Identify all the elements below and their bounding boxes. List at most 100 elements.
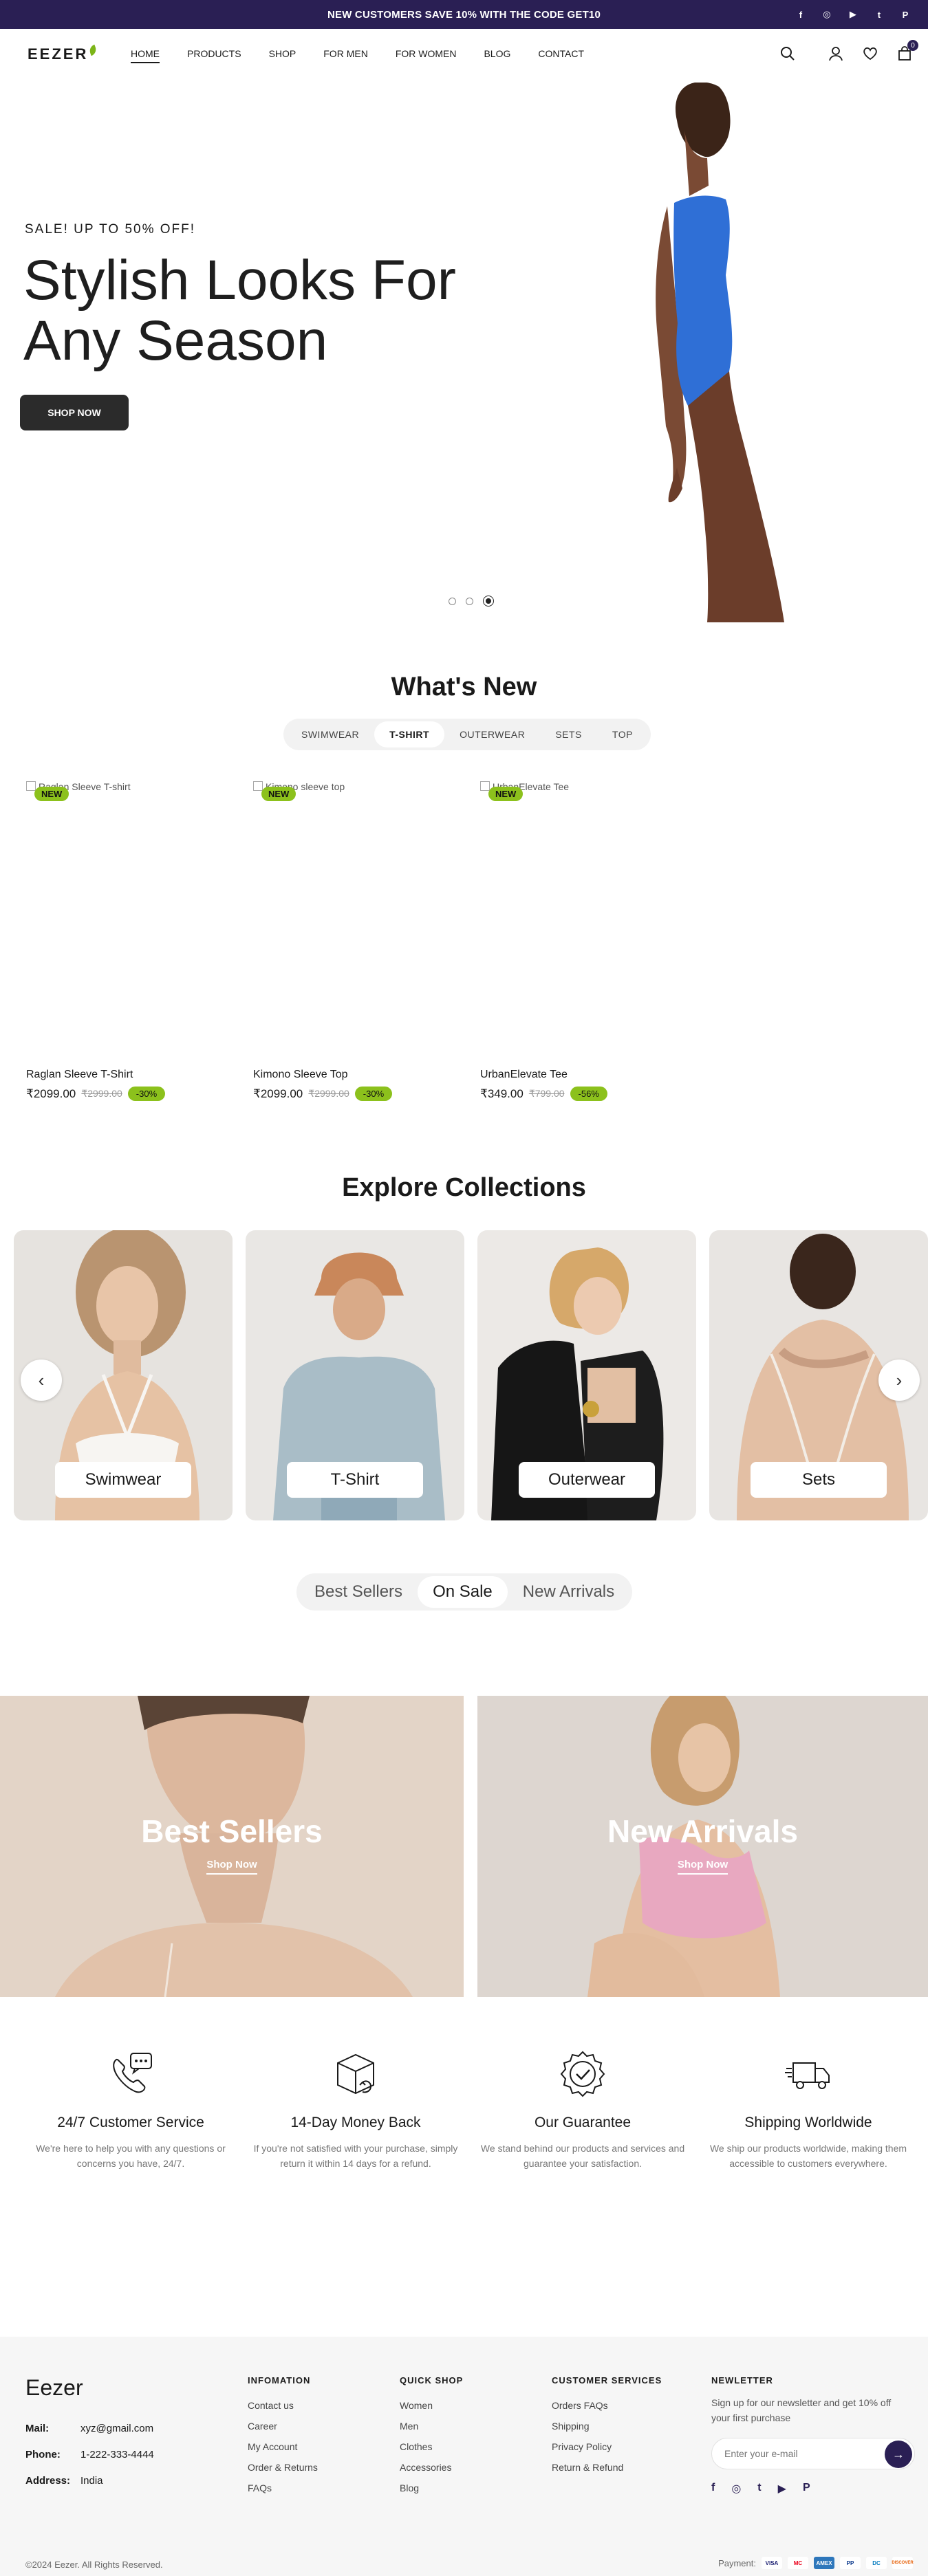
- collections-title: Explore Collections: [342, 1173, 586, 1202]
- hero-shop-now-button[interactable]: SHOP NOW: [20, 395, 129, 430]
- nav-shop[interactable]: SHOP: [269, 48, 296, 63]
- search-icon[interactable]: [778, 44, 797, 63]
- facebook-icon[interactable]: f: [793, 7, 808, 22]
- feature-money-back: 14-Day Money Back If you're not satisfie…: [242, 2049, 469, 2171]
- feature-title: Shipping Worldwide: [744, 2115, 872, 2130]
- twitter-icon[interactable]: t: [872, 7, 887, 22]
- feature-description: If you're not satisfied with your purcha…: [253, 2143, 458, 2169]
- wishlist-icon[interactable]: [861, 44, 880, 63]
- nav-for-women[interactable]: FOR WOMEN: [396, 48, 457, 63]
- announcement-text: NEW CUSTOMERS SAVE 10% WITH THE CODE GET…: [327, 8, 601, 21]
- tab-top[interactable]: TOP: [597, 721, 648, 747]
- product-image[interactable]: Kimono sleeve top NEW: [253, 780, 460, 1062]
- hero-sale-text: SALE! UP TO 50% OFF!: [25, 222, 196, 237]
- discount-badge: -30%: [127, 1087, 166, 1101]
- newsletter-submit-button[interactable]: →: [885, 2441, 912, 2468]
- footer-link-order-returns[interactable]: Order & Returns: [248, 2457, 318, 2478]
- product-card[interactable]: Kimono sleeve top NEW Kimono Sleeve Top …: [253, 780, 460, 1101]
- footer-link-men[interactable]: Men: [400, 2416, 463, 2436]
- instagram-icon[interactable]: ◎: [819, 7, 834, 22]
- tab-new-arrivals[interactable]: New Arrivals: [508, 1576, 629, 1608]
- footer-brand[interactable]: Eezer: [25, 2375, 83, 2401]
- tab-outerwear[interactable]: OUTERWEAR: [444, 721, 540, 747]
- collection-label: T-Shirt: [287, 1462, 423, 1498]
- product-name[interactable]: Raglan Sleeve T-Shirt: [26, 1069, 233, 1081]
- footer-column-title: CUSTOMER SERVICES: [552, 2375, 662, 2386]
- banner-shop-now-link[interactable]: Shop Now: [477, 1859, 928, 1875]
- footer-link-shipping[interactable]: Shipping: [552, 2416, 662, 2436]
- footer-link-faqs[interactable]: FAQs: [248, 2478, 318, 2498]
- hero-title: Stylish Looks For Any Season: [23, 250, 505, 371]
- tab-t-shirt[interactable]: T-SHIRT: [374, 721, 445, 747]
- footer-link-women[interactable]: Women: [400, 2395, 463, 2416]
- nav-products[interactable]: PRODUCTS: [187, 48, 241, 63]
- facebook-icon[interactable]: f: [711, 2482, 715, 2496]
- footer-column-title: QUICK SHOP: [400, 2375, 464, 2386]
- phone-value[interactable]: 1-222-333-4444: [80, 2449, 154, 2460]
- product-old-price: ₹2999.00: [81, 1088, 122, 1099]
- discount-badge: -56%: [570, 1087, 607, 1101]
- twitter-icon[interactable]: t: [757, 2482, 761, 2496]
- product-name[interactable]: Kimono Sleeve Top: [253, 1069, 460, 1081]
- product-image[interactable]: UrbanElevate Tee NEW: [480, 780, 687, 1062]
- feature-title: 24/7 Customer Service: [57, 2115, 204, 2130]
- collection-card-outerwear[interactable]: Outerwear: [477, 1230, 696, 1520]
- slider-dot-2[interactable]: [466, 597, 473, 605]
- pinterest-icon[interactable]: P: [803, 2482, 810, 2496]
- product-name[interactable]: UrbanElevate Tee: [480, 1069, 687, 1081]
- nav-home[interactable]: HOME: [131, 48, 160, 63]
- account-icon[interactable]: [826, 44, 845, 63]
- tab-on-sale[interactable]: On Sale: [418, 1576, 508, 1608]
- new-arrivals-banner[interactable]: New Arrivals Shop Now: [477, 1696, 928, 1997]
- product-card[interactable]: Raglan Sleeve T-shirt NEW Raglan Sleeve …: [26, 780, 233, 1101]
- customer-service-icon: [113, 2053, 152, 2093]
- carousel-next-button[interactable]: ›: [878, 1360, 920, 1401]
- banner-shop-now-link[interactable]: Shop Now: [0, 1859, 464, 1875]
- product-image[interactable]: Raglan Sleeve T-shirt NEW: [26, 780, 233, 1062]
- product-price: ₹2099.00: [253, 1087, 303, 1100]
- newsletter-form: →: [711, 2438, 915, 2469]
- whats-new-title: What's New: [391, 673, 537, 701]
- pinterest-icon[interactable]: P: [898, 7, 913, 22]
- cart-icon[interactable]: 0: [895, 40, 918, 63]
- newsletter-text: Sign up for our newsletter and get 10% o…: [711, 2397, 892, 2423]
- tab-swimwear[interactable]: SWIMWEAR: [286, 721, 374, 747]
- instagram-icon[interactable]: ◎: [731, 2482, 741, 2496]
- nav-blog[interactable]: BLOG: [484, 48, 510, 63]
- youtube-icon[interactable]: ▶: [845, 7, 861, 22]
- carousel-prev-button[interactable]: ‹: [21, 1360, 62, 1401]
- footer-social-links: f ◎ t ▶ P: [711, 2482, 915, 2496]
- copyright-text: ©2024 Eezer. All Rights Reserved.: [25, 2559, 163, 2570]
- newsletter-email-input[interactable]: [712, 2438, 877, 2469]
- youtube-icon[interactable]: ▶: [778, 2482, 786, 2496]
- tab-best-sellers[interactable]: Best Sellers: [299, 1576, 418, 1608]
- footer-link-blog[interactable]: Blog: [400, 2478, 463, 2498]
- product-card[interactable]: UrbanElevate Tee NEW UrbanElevate Tee ₹3…: [480, 780, 687, 1101]
- discount-badge: -30%: [354, 1087, 393, 1101]
- nav-contact[interactable]: CONTACT: [538, 48, 584, 63]
- site-header: EEZER HOME PRODUCTS SHOP FOR MEN FOR WOM…: [0, 29, 928, 83]
- footer-link-my-account[interactable]: My Account: [248, 2436, 318, 2457]
- footer-link-clothes[interactable]: Clothes: [400, 2436, 463, 2457]
- mail-value[interactable]: xyz@gmail.com: [80, 2423, 153, 2434]
- hero-model-image: [656, 83, 784, 622]
- footer-quick-shop-column: QUICK SHOP Women Men Clothes Accessories…: [400, 2375, 463, 2498]
- best-sellers-banner[interactable]: Best Sellers Shop Now: [0, 1696, 464, 1997]
- footer-link-privacy-policy[interactable]: Privacy Policy: [552, 2436, 662, 2457]
- slider-dot-3[interactable]: [483, 596, 494, 607]
- footer-link-contact-us[interactable]: Contact us: [248, 2395, 318, 2416]
- slider-dot-1[interactable]: [449, 597, 456, 605]
- cart-count-badge: 0: [907, 40, 918, 51]
- collection-card-t-shirt[interactable]: T-Shirt: [246, 1230, 464, 1520]
- footer-link-return-refund[interactable]: Return & Refund: [552, 2457, 662, 2478]
- tab-sets[interactable]: SETS: [540, 721, 597, 747]
- logo[interactable]: EEZER: [28, 44, 98, 63]
- footer-link-orders-faqs[interactable]: Orders FAQs: [552, 2395, 662, 2416]
- footer-link-accessories[interactable]: Accessories: [400, 2457, 463, 2478]
- footer-link-career[interactable]: Career: [248, 2416, 318, 2436]
- new-badge: NEW: [34, 787, 69, 801]
- collection-label: Outerwear: [519, 1462, 655, 1498]
- feature-description: We ship our products worldwide, making t…: [709, 2143, 907, 2169]
- nav-for-men[interactable]: FOR MEN: [323, 48, 368, 63]
- payment-label: Payment:: [718, 2557, 756, 2568]
